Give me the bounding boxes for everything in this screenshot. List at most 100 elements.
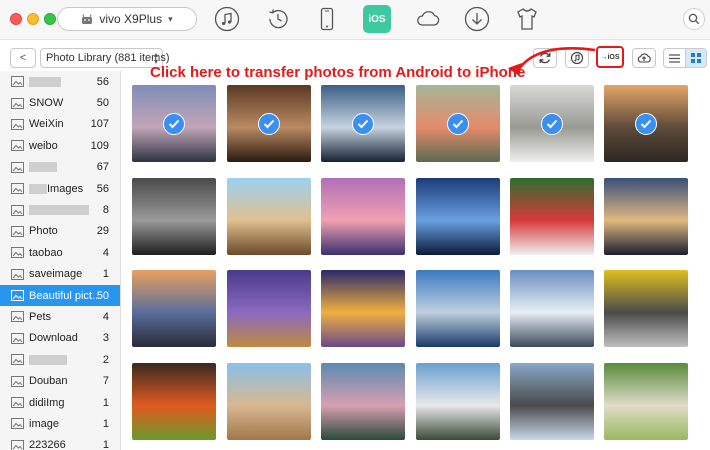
list-icon <box>668 53 680 63</box>
album-thumbnail-icon <box>11 418 24 430</box>
photo-thumbnail[interactable] <box>227 270 311 347</box>
album-item[interactable]: WeiXin 107 <box>0 114 120 135</box>
album-thumbnail-icon <box>11 225 24 237</box>
album-count: 29 <box>96 225 109 238</box>
album-count: 1 <box>102 439 109 450</box>
album-count: 8 <box>102 204 109 217</box>
stepper-arrows-icon: ▴ ▾ <box>153 50 158 66</box>
upload-cloud-button[interactable] <box>632 48 656 68</box>
back-button[interactable]: < <box>10 48 36 68</box>
cloud-upload-icon <box>637 53 651 63</box>
list-view-button[interactable] <box>664 49 685 67</box>
grid-icon <box>690 53 701 63</box>
album-item[interactable]: weibo 109 <box>0 135 120 156</box>
album-item[interactable]: Photo 29 <box>0 221 120 242</box>
history-icon[interactable] <box>263 4 293 34</box>
photo-thumbnail[interactable] <box>227 363 311 440</box>
photo-thumbnail[interactable] <box>604 178 688 255</box>
photo-thumbnail[interactable] <box>321 363 405 440</box>
ios-tab-label: iOS <box>368 13 386 25</box>
redacted-text <box>29 183 47 194</box>
photo-thumbnail[interactable] <box>132 178 216 255</box>
photo-thumbnail[interactable] <box>604 363 688 440</box>
photo-thumbnail[interactable] <box>321 178 405 255</box>
photo-thumbnail[interactable] <box>604 270 688 347</box>
album-item[interactable]: saveimage 1 <box>0 264 120 285</box>
chevron-down-icon: ▾ <box>168 13 173 24</box>
music-icon[interactable] <box>212 4 242 34</box>
zoom-window-button[interactable] <box>44 13 56 25</box>
album-sidebar: 56 SNOW 50 WeiXin 107 weibo 109 67 Images 56 8 Phot… <box>0 71 121 450</box>
album-item[interactable]: Images 56 <box>0 178 120 199</box>
album-thumbnail-icon <box>11 161 24 173</box>
android-icon <box>82 14 93 24</box>
photo-thumbnail[interactable] <box>510 363 594 440</box>
photo-thumbnail[interactable] <box>510 270 594 347</box>
album-thumbnail-icon <box>11 183 24 195</box>
annotation-text: Click here to transfer photos from Andro… <box>150 64 526 81</box>
album-item[interactable]: Douban 7 <box>0 370 120 391</box>
album-thumbnail-icon <box>11 290 24 302</box>
album-thumbnail-icon <box>11 247 24 259</box>
photo-thumbnail[interactable] <box>132 85 216 162</box>
album-count: 4 <box>102 246 109 259</box>
redacted-text <box>29 76 61 87</box>
album-count: 3 <box>102 332 109 345</box>
album-thumbnail-icon <box>11 311 24 323</box>
view-mode-toggle <box>663 48 707 68</box>
photo-thumbnail[interactable] <box>416 178 500 255</box>
close-window-button[interactable] <box>10 13 22 25</box>
checkmark-icon <box>352 113 374 135</box>
photo-thumbnail[interactable] <box>416 270 500 347</box>
search-icon <box>688 13 700 25</box>
grid-view-button[interactable] <box>684 49 706 67</box>
photo-thumbnail[interactable] <box>416 85 500 162</box>
photo-thumbnail[interactable] <box>510 178 594 255</box>
album-item[interactable]: Pets 4 <box>0 306 120 327</box>
tshirt-icon[interactable] <box>512 4 542 34</box>
phone-icon[interactable] <box>312 4 342 34</box>
search-button[interactable] <box>683 8 705 30</box>
album-item[interactable]: Beautiful pict... 50 <box>0 284 120 307</box>
album-count: 56 <box>96 75 109 88</box>
album-item[interactable]: taobao 4 <box>0 242 120 263</box>
download-icon[interactable] <box>462 4 492 34</box>
album-item[interactable]: 2 <box>0 349 120 370</box>
redacted-text <box>29 205 89 216</box>
album-item[interactable]: 67 <box>0 157 120 178</box>
checkmark-icon <box>635 113 657 135</box>
album-thumbnail-icon <box>11 97 24 109</box>
photo-thumbnail[interactable] <box>132 270 216 347</box>
album-item[interactable]: 56 <box>0 71 120 92</box>
photo-grid <box>132 85 692 450</box>
photo-thumbnail[interactable] <box>510 85 594 162</box>
album-item[interactable]: SNOW 50 <box>0 92 120 113</box>
album-thumbnail-icon <box>11 332 24 344</box>
minimize-window-button[interactable] <box>27 13 39 25</box>
photo-thumbnail[interactable] <box>227 85 311 162</box>
redacted-text <box>29 162 57 173</box>
cloud-icon[interactable] <box>413 4 443 34</box>
album-item[interactable]: 223266 1 <box>0 435 120 450</box>
device-selector[interactable]: vivo X9Plus ▾ <box>57 7 197 31</box>
album-item[interactable]: didiImg 1 <box>0 392 120 413</box>
photo-thumbnail[interactable] <box>604 85 688 162</box>
photo-thumbnail[interactable] <box>227 178 311 255</box>
album-item[interactable]: 8 <box>0 199 120 220</box>
photo-thumbnail[interactable] <box>132 363 216 440</box>
album-thumbnail-icon <box>11 375 24 387</box>
redacted-text <box>29 354 67 365</box>
library-select[interactable]: Photo Library (881 items) ▴ ▾ <box>40 48 170 68</box>
photo-thumbnail[interactable] <box>321 270 405 347</box>
title-bar: vivo X9Plus ▾ iOS <box>0 0 710 40</box>
photo-thumbnail[interactable] <box>321 85 405 162</box>
ios-icon[interactable]: iOS <box>363 5 391 33</box>
album-item[interactable]: Download 3 <box>0 328 120 349</box>
album-item[interactable]: image 1 <box>0 413 120 434</box>
photo-thumbnail[interactable] <box>416 363 500 440</box>
album-count: 1 <box>102 396 109 409</box>
album-count: 1 <box>102 417 109 430</box>
album-thumbnail-icon <box>11 268 24 280</box>
album-thumbnail-icon <box>11 76 24 88</box>
checkmark-icon <box>258 113 280 135</box>
